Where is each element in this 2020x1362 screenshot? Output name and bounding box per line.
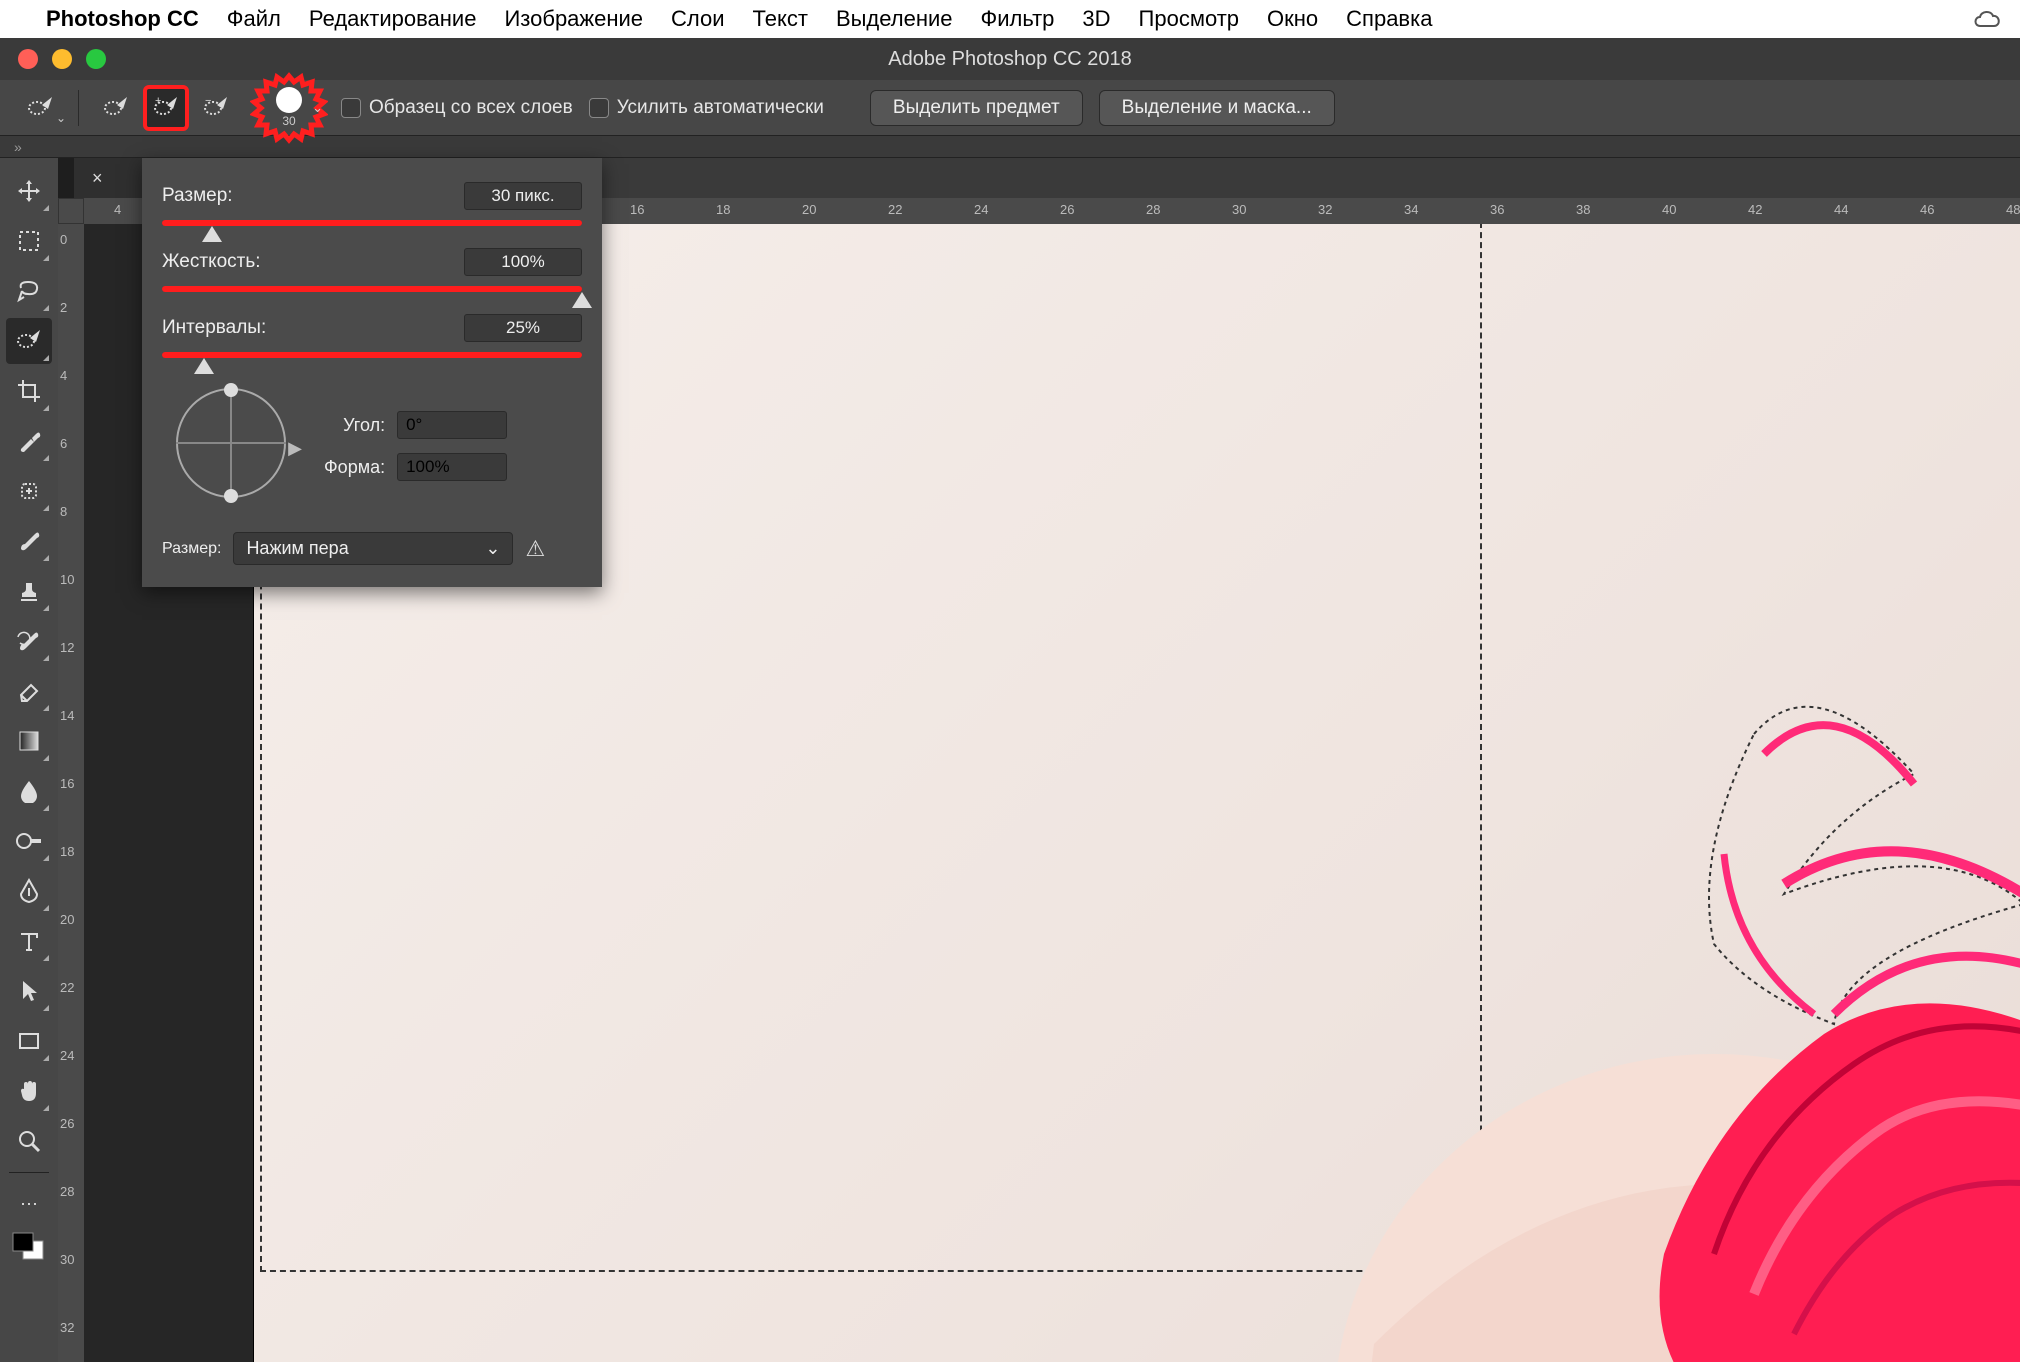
spacing-label: Интервалы: xyxy=(162,317,464,339)
macos-menubar: Photoshop CC Файл Редактирование Изображ… xyxy=(0,0,2020,38)
new-selection-icon[interactable] xyxy=(95,87,137,129)
hand-tool[interactable] xyxy=(6,1068,52,1114)
size-dynamics-dropdown[interactable]: Нажим пера ⌄ xyxy=(233,532,513,565)
brush-tool[interactable] xyxy=(6,518,52,564)
foreground-background-colors[interactable] xyxy=(6,1231,52,1261)
blur-tool[interactable] xyxy=(6,768,52,814)
rectangle-tool[interactable] xyxy=(6,1018,52,1064)
subtract-from-selection-icon[interactable]: − xyxy=(195,87,237,129)
quick-selection-tool[interactable] xyxy=(6,318,52,364)
hardness-slider[interactable] xyxy=(162,280,582,294)
brush-angle-control[interactable]: ▶ xyxy=(176,388,286,498)
menu-3d[interactable]: 3D xyxy=(1082,6,1110,32)
zoom-window-button[interactable] xyxy=(86,49,106,69)
ruler-origin[interactable] xyxy=(58,198,84,224)
sample-all-layers-option[interactable]: Образец со всех слоев xyxy=(341,97,573,119)
select-and-mask-button[interactable]: Выделение и маска... xyxy=(1099,90,1335,126)
window-title: Adobe Photoshop CC 2018 xyxy=(888,48,1132,71)
menu-image[interactable]: Изображение xyxy=(504,6,643,32)
angle-label: Угол: xyxy=(343,415,385,436)
menu-select[interactable]: Выделение xyxy=(836,6,953,32)
select-subject-button[interactable]: Выделить предмет xyxy=(870,90,1083,126)
menu-view[interactable]: Просмотр xyxy=(1139,6,1239,32)
options-bar: ⌄ + − 30 ⌄ Образец со всех слоев Усилить… xyxy=(0,80,2020,136)
hardness-label: Жесткость: xyxy=(162,251,464,273)
close-window-button[interactable] xyxy=(18,49,38,69)
brush-preset-picker[interactable]: 30 ⌄ xyxy=(267,86,311,130)
healing-brush-tool[interactable] xyxy=(6,468,52,514)
size-dynamics-value: Нажим пера xyxy=(246,538,348,559)
menu-edit[interactable]: Редактирование xyxy=(309,6,477,32)
minimize-window-button[interactable] xyxy=(52,49,72,69)
cc-cloud-icon[interactable] xyxy=(1972,8,2002,30)
zoom-tool[interactable] xyxy=(6,1118,52,1164)
history-brush-tool[interactable] xyxy=(6,618,52,664)
collapse-icon: » xyxy=(14,139,22,155)
gradient-tool[interactable] xyxy=(6,718,52,764)
menu-text[interactable]: Текст xyxy=(753,6,808,32)
size-dynamics-label: Размер: xyxy=(162,540,221,558)
size-slider[interactable] xyxy=(162,214,582,228)
chevron-down-icon[interactable]: ⌄ xyxy=(312,100,323,116)
current-tool-icon[interactable]: ⌄ xyxy=(20,87,62,129)
menu-file[interactable]: Файл xyxy=(227,6,281,32)
eyedropper-tool[interactable] xyxy=(6,418,52,464)
add-to-selection-icon[interactable]: + xyxy=(145,87,187,129)
angle-input[interactable] xyxy=(397,411,507,439)
move-tool[interactable] xyxy=(6,168,52,214)
marquee-tool[interactable] xyxy=(6,218,52,264)
hardness-input[interactable] xyxy=(464,248,582,276)
menu-layers[interactable]: Слои xyxy=(671,6,725,32)
brush-preview-circle xyxy=(276,87,302,113)
brush-picker-highlight: 30 ⌄ xyxy=(253,76,325,140)
tools-panel: ⋯ xyxy=(0,158,58,1362)
brush-size-number: 30 xyxy=(282,114,295,128)
svg-text:−: − xyxy=(205,96,211,107)
dodge-tool[interactable] xyxy=(6,818,52,864)
spacing-input[interactable] xyxy=(464,314,582,342)
checkbox-icon[interactable] xyxy=(589,98,609,118)
close-tab-icon[interactable]: × xyxy=(92,168,103,189)
pen-tool[interactable] xyxy=(6,868,52,914)
traffic-lights xyxy=(18,49,106,69)
eraser-tool[interactable] xyxy=(6,668,52,714)
sample-all-layers-label: Образец со всех слоев xyxy=(369,97,573,119)
menu-filter[interactable]: Фильтр xyxy=(981,6,1055,32)
svg-text:+: + xyxy=(155,96,161,107)
roundness-label: Форма: xyxy=(324,457,385,478)
edit-toolbar-icon[interactable]: ⋯ xyxy=(6,1181,52,1227)
spacing-slider[interactable] xyxy=(162,346,582,360)
type-tool[interactable] xyxy=(6,918,52,964)
vertical-ruler[interactable]: 02468101214161820222426283032 xyxy=(58,224,84,1362)
image-content xyxy=(1194,694,2020,1362)
menu-window[interactable]: Окно xyxy=(1267,6,1318,32)
chevron-down-icon: ⌄ xyxy=(485,538,500,559)
menu-help[interactable]: Справка xyxy=(1346,6,1432,32)
size-input[interactable] xyxy=(464,182,582,210)
app-name[interactable]: Photoshop CC xyxy=(46,6,199,32)
brush-settings-popup: Размер: Жесткость: Интервалы: ▶ Угол: xyxy=(142,158,602,587)
warning-icon[interactable]: ⚠ xyxy=(525,536,545,562)
auto-enhance-option[interactable]: Усилить автоматически xyxy=(589,97,824,119)
checkbox-icon[interactable] xyxy=(341,98,361,118)
path-selection-tool[interactable] xyxy=(6,968,52,1014)
play-icon: ▶ xyxy=(288,438,302,459)
size-label: Размер: xyxy=(162,185,464,207)
crop-tool[interactable] xyxy=(6,368,52,414)
auto-enhance-label: Усилить автоматически xyxy=(617,97,824,119)
selection-mode-group: + − xyxy=(95,87,237,129)
lasso-tool[interactable] xyxy=(6,268,52,314)
roundness-input[interactable] xyxy=(397,453,507,481)
stamp-tool[interactable] xyxy=(6,568,52,614)
